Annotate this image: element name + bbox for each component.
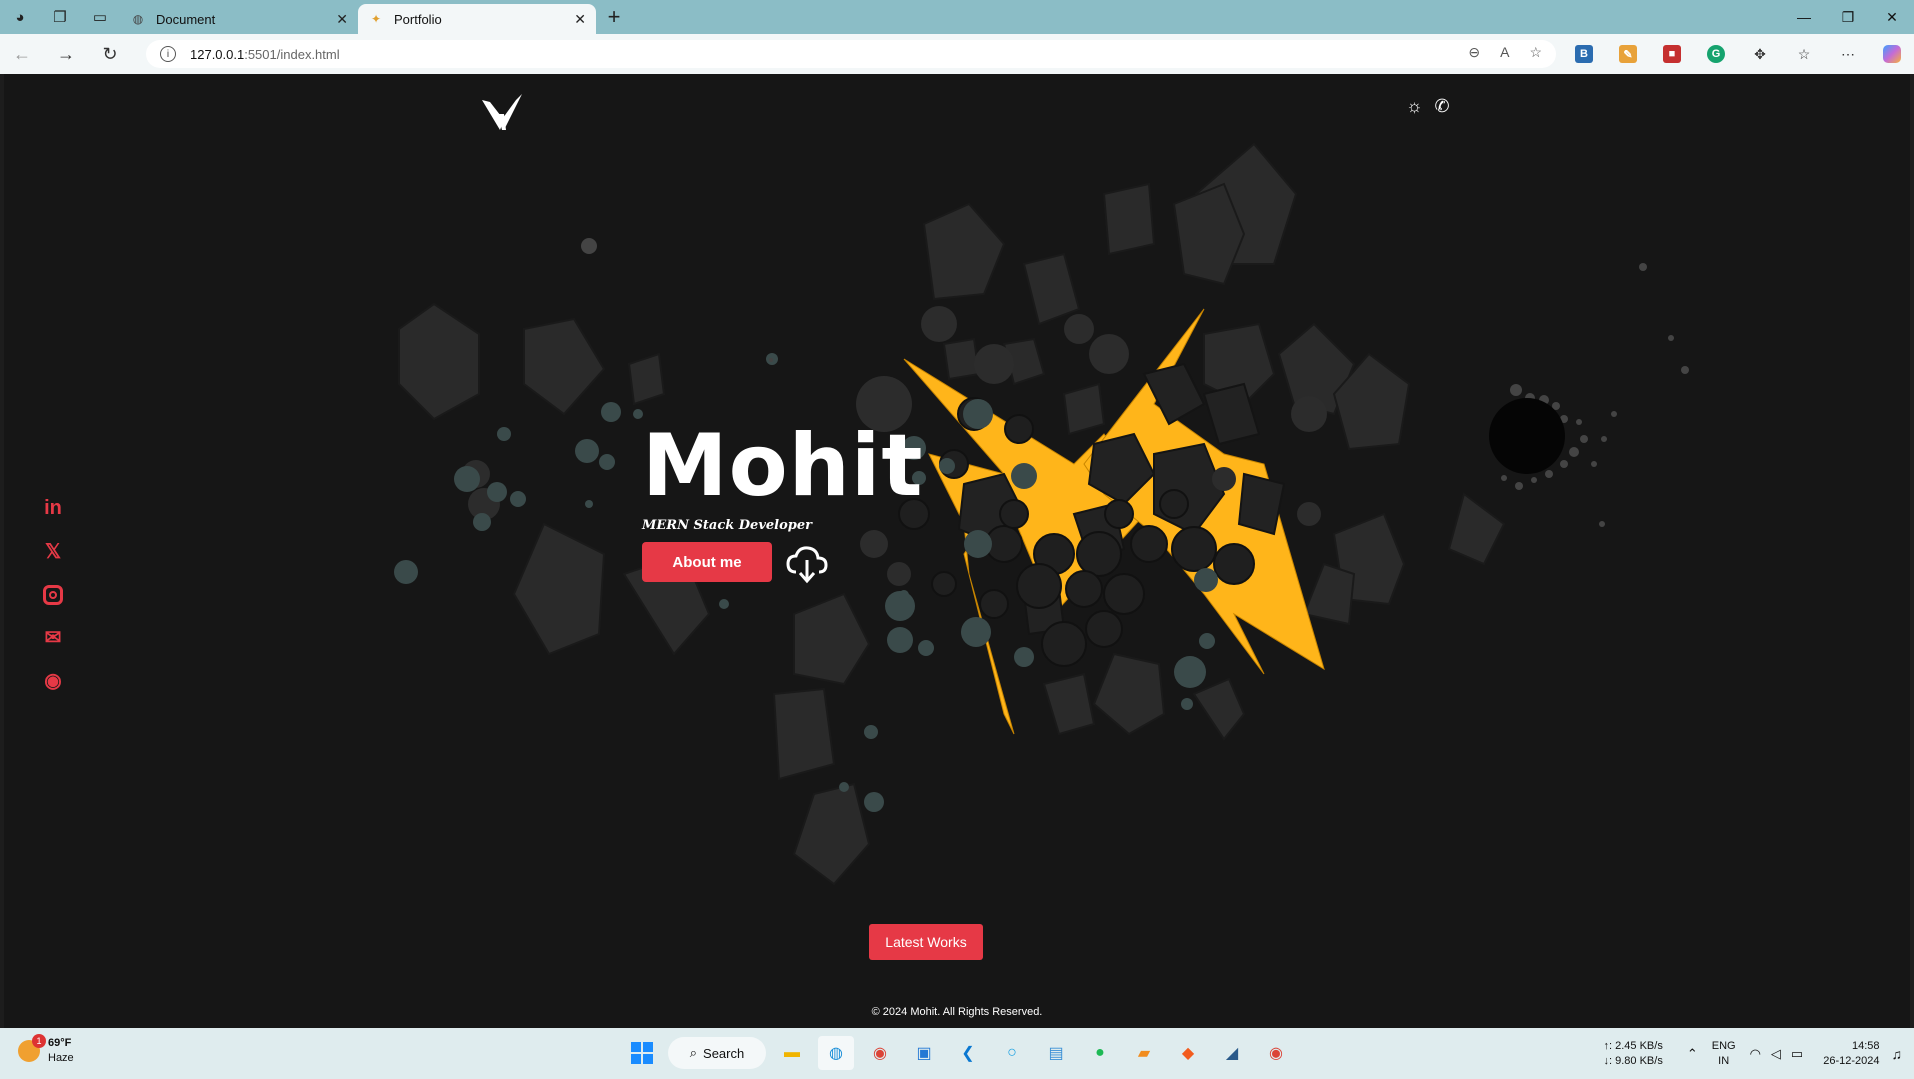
portfolio-page: ☼ ✆ in 𝕏 ✉ ◉ Mohit MERN Stack Developer … <box>4 74 1910 1028</box>
weather-temp: 69°F <box>48 1037 72 1049</box>
more-menu-icon[interactable]: ⋯ <box>1826 34 1870 74</box>
chrome-profile-icon[interactable]: ◉ <box>1258 1036 1294 1070</box>
hero-subtitle: MERN Stack Developer <box>642 518 812 533</box>
windows-taskbar: 1 69°F Haze ⌕ Search ▬ ◍ ◉ ▣ ❮ ○ ▤ ● ▰ ◆ … <box>0 1028 1914 1079</box>
browser-tab-bar: ◕ ❐ ▭ ◍ Document ✕ ✦ Portfolio ✕ + — ❐ ✕ <box>0 0 1914 34</box>
globe-icon: ◍ <box>132 12 144 26</box>
notepad-icon[interactable]: ▤ <box>1038 1036 1074 1070</box>
net-download: ↓: 9.80 KB/s <box>1603 1054 1663 1067</box>
favorite-star-icon[interactable]: ☆ <box>1529 44 1542 61</box>
volume-icon[interactable]: ◁ <box>1771 1046 1781 1062</box>
close-tab-icon[interactable]: ✕ <box>336 11 348 28</box>
instagram-icon[interactable] <box>40 582 66 607</box>
wifi-icon[interactable]: ◠ <box>1750 1046 1761 1062</box>
spotify-icon[interactable]: ● <box>1082 1036 1118 1070</box>
copilot-icon[interactable] <box>1870 34 1914 74</box>
edge-icon[interactable]: ◍ <box>818 1036 854 1070</box>
chevron-up-icon[interactable]: ⌃ <box>1687 1046 1698 1062</box>
close-window-button[interactable]: ✕ <box>1870 0 1914 34</box>
workspaces-icon[interactable]: ❐ <box>40 0 80 34</box>
extension-red-icon[interactable]: ■ <box>1650 34 1694 74</box>
lang-code: ENG <box>1711 1039 1736 1052</box>
minimize-button[interactable]: — <box>1782 0 1826 34</box>
linkedin-icon[interactable]: in <box>40 496 66 521</box>
forward-button[interactable]: → <box>44 34 88 74</box>
taskbar-apps: ⌕ Search ▬ ◍ ◉ ▣ ❮ ○ ▤ ● ▰ ◆ ◢ ◉ <box>624 1036 1294 1070</box>
tab-title: Document <box>156 11 216 27</box>
download-cv-icon[interactable] <box>786 544 828 584</box>
extensions-bar: B ✎ ■ G ✥ ☆ ⋯ <box>1562 34 1914 74</box>
url-host: 127.0.0.1 <box>190 46 245 62</box>
vscode-icon[interactable]: ❮ <box>950 1036 986 1070</box>
search-label: Search <box>703 1045 745 1061</box>
network-speed: ↑: 2.45 KB/s ↓: 9.80 KB/s <box>1604 1039 1663 1069</box>
header-actions: ☼ ✆ <box>1406 96 1450 117</box>
grammarly-icon[interactable]: G <box>1694 34 1738 74</box>
new-tab-button[interactable]: + <box>596 0 632 34</box>
back-button[interactable]: ← <box>0 34 44 74</box>
mail-icon[interactable]: ✉ <box>40 625 66 650</box>
notification-bell-icon[interactable]: ♫ <box>1892 1046 1903 1062</box>
read-aloud-icon[interactable]: A <box>1500 44 1509 61</box>
start-windows-icon[interactable] <box>624 1036 660 1070</box>
profile-icon[interactable]: ◕ <box>0 0 40 34</box>
whatsapp-icon[interactable]: ✆ <box>1435 96 1450 117</box>
extension-b-icon[interactable]: B <box>1562 34 1606 74</box>
restore-button[interactable]: ❐ <box>1826 0 1870 34</box>
footer-copyright: © 2024 Mohit. All Rights Reserved. <box>871 1006 1043 1018</box>
close-tab-icon[interactable]: ✕ <box>574 11 586 28</box>
refresh-button[interactable]: ↻ <box>88 34 132 74</box>
latest-works-button[interactable]: Latest Works <box>869 924 983 960</box>
search-icon: ⌕ <box>689 1045 698 1060</box>
weather-badge: 1 <box>32 1034 46 1048</box>
x-icon[interactable]: 𝕏 <box>40 539 66 564</box>
tray-icons: ◠ ◁ ▭ <box>1750 1046 1804 1062</box>
tab-actions-icon[interactable]: ▭ <box>80 0 120 34</box>
hero-background-art <box>394 142 1689 886</box>
extension-color-icon[interactable]: ✎ <box>1606 34 1650 74</box>
social-links: in 𝕏 ✉ ◉ <box>40 496 66 693</box>
system-tray: ↑: 2.45 KB/s ↓: 9.80 KB/s ⌃ ENG IN ◠ ◁ ▭… <box>1604 1028 1914 1079</box>
chrome-icon[interactable]: ◉ <box>862 1036 898 1070</box>
weather-desc: Haze <box>48 1052 74 1064</box>
weather-icon: 1 <box>18 1034 46 1062</box>
tab-portfolio[interactable]: ✦ Portfolio ✕ <box>358 4 596 34</box>
clock[interactable]: 14:58 26-12-2024 <box>1823 1039 1879 1069</box>
site-info-icon[interactable]: i <box>160 46 176 62</box>
address-bar-row: ← → ↻ i 127.0.0.1:5501/index.html ⊖ A ☆ … <box>0 34 1914 74</box>
brave-icon[interactable]: ◆ <box>1170 1036 1206 1070</box>
favorites-icon[interactable]: ☆ <box>1782 34 1826 74</box>
weather-widget[interactable]: 1 69°F Haze <box>18 1034 74 1066</box>
zoom-icon[interactable]: ⊖ <box>1468 44 1480 61</box>
region-code: IN <box>1718 1054 1730 1067</box>
extensions-puzzle-icon[interactable]: ✥ <box>1738 34 1782 74</box>
theme-toggle-sun-icon[interactable]: ☼ <box>1406 96 1423 117</box>
url-path: :5501/index.html <box>244 46 340 62</box>
language-indicator[interactable]: ENG IN <box>1712 1039 1736 1069</box>
window-controls: — ❐ ✕ <box>1782 0 1914 34</box>
sql-workbench-icon[interactable]: ◢ <box>1214 1036 1250 1070</box>
hero-name: Mohit <box>642 416 924 516</box>
tab-document[interactable]: ◍ Document ✕ <box>120 4 358 34</box>
tab-title: Portfolio <box>394 11 442 27</box>
store-icon[interactable]: ▣ <box>906 1036 942 1070</box>
taskbar-search[interactable]: ⌕ Search <box>668 1037 766 1069</box>
github-icon[interactable]: ◉ <box>40 668 66 693</box>
logo[interactable] <box>480 92 524 136</box>
url-field[interactable]: i 127.0.0.1:5501/index.html ⊖ A ☆ <box>146 40 1556 68</box>
battery-icon[interactable]: ▭ <box>1791 1046 1803 1062</box>
sublime-icon[interactable]: ▰ <box>1126 1036 1162 1070</box>
file-explorer-icon[interactable]: ▬ <box>774 1036 810 1070</box>
about-me-button[interactable]: About me <box>642 542 772 582</box>
net-upload: ↑: 2.45 KB/s <box>1603 1039 1663 1052</box>
cortana-icon[interactable]: ○ <box>994 1036 1030 1070</box>
clock-date: 26-12-2024 <box>1823 1054 1880 1067</box>
clock-time: 14:58 <box>1851 1039 1880 1052</box>
portfolio-favicon-icon: ✦ <box>370 12 382 26</box>
